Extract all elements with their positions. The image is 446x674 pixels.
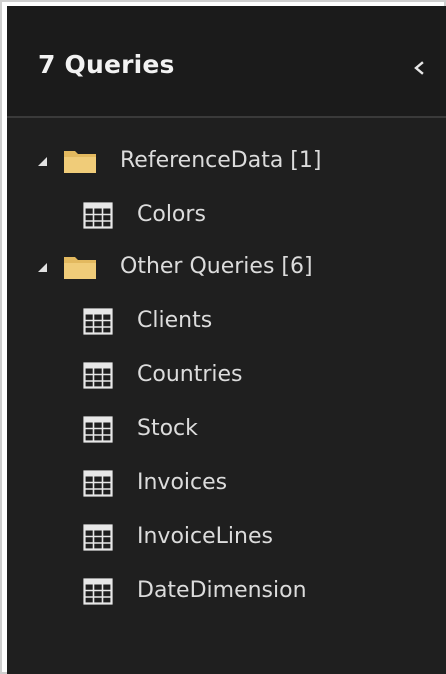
expanded-caret-icon[interactable] — [36, 261, 48, 273]
table-icon — [83, 308, 113, 335]
chevron-left-icon — [414, 61, 424, 75]
query-item-countries[interactable]: Countries — [7, 356, 446, 396]
queries-pane-frame: 7 Queries ReferenceData [1] Colors Other… — [0, 0, 446, 674]
table-icon — [83, 202, 113, 229]
query-label: DateDimension — [137, 578, 307, 603]
query-label: Clients — [137, 308, 213, 333]
expanded-caret-icon[interactable] — [36, 155, 48, 167]
table-icon — [83, 470, 113, 497]
query-item-stock[interactable]: Stock — [7, 410, 446, 450]
query-label: Countries — [137, 362, 243, 387]
folder-icon — [64, 151, 96, 173]
folder-icon — [64, 257, 96, 279]
query-item-invoicelines[interactable]: InvoiceLines — [7, 518, 446, 558]
table-icon — [83, 416, 113, 443]
collapse-pane-button[interactable] — [409, 58, 429, 78]
query-item-clients[interactable]: Clients — [7, 302, 446, 342]
folder-other-queries[interactable]: Other Queries [6] — [7, 248, 446, 288]
query-label: Colors — [137, 202, 206, 227]
table-icon — [83, 578, 113, 605]
query-label: InvoiceLines — [137, 524, 273, 549]
query-item-invoices[interactable]: Invoices — [7, 464, 446, 504]
queries-count-title: 7 Queries — [38, 50, 175, 79]
table-icon — [83, 524, 113, 551]
query-item-datedimension[interactable]: DateDimension — [7, 572, 446, 612]
folder-label: ReferenceData [1] — [120, 148, 322, 173]
query-label: Stock — [137, 416, 198, 441]
folder-referencedata[interactable]: ReferenceData [1] — [7, 142, 446, 182]
query-item-colors[interactable]: Colors — [7, 196, 446, 236]
table-icon — [83, 362, 113, 389]
queries-pane: 7 Queries ReferenceData [1] Colors Other… — [7, 6, 446, 674]
folder-label: Other Queries [6] — [120, 254, 313, 279]
queries-header: 7 Queries — [7, 6, 446, 118]
query-label: Invoices — [137, 470, 228, 495]
